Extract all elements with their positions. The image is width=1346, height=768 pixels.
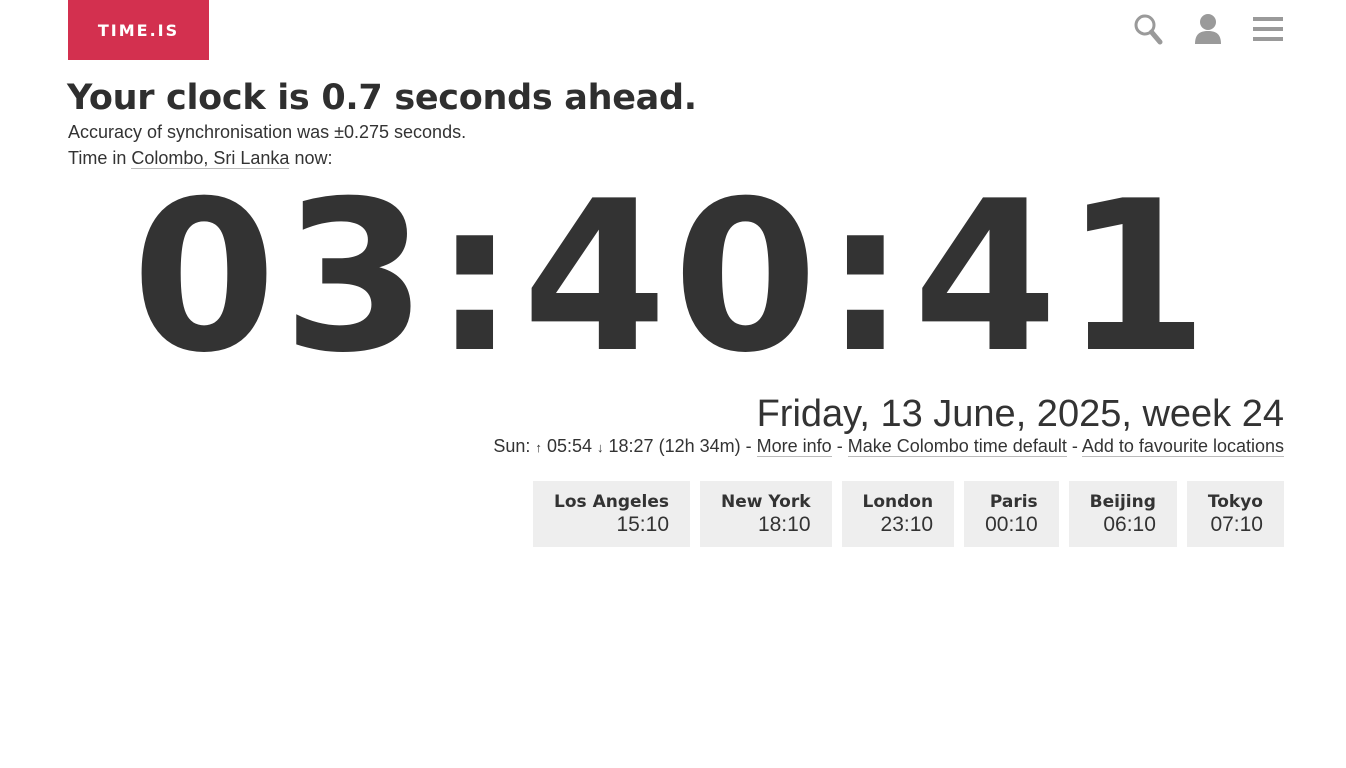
main-clock: 03:40:41: [131, 157, 1215, 399]
menu-icon[interactable]: [1252, 12, 1284, 46]
city-name: Tokyo: [1207, 492, 1263, 512]
city-tile-new-york[interactable]: New York 18:10: [700, 481, 832, 547]
page: TIME.IS Your clock is 0.7 seconds ahead.…: [0, 0, 1346, 768]
city-name: Beijing: [1089, 492, 1156, 512]
city-time: 06:10: [1103, 513, 1156, 536]
time-in-prefix: Time in: [68, 148, 127, 168]
sync-accuracy: Accuracy of synchronisation was ±0.275 s…: [68, 122, 467, 142]
clock-offset-headline: Your clock is 0.7 seconds ahead.: [67, 78, 697, 118]
separator: -: [745, 436, 752, 456]
city-time: 18:10: [757, 513, 811, 536]
city-tile-beijing[interactable]: Beijing 06:10: [1068, 481, 1177, 547]
city-time: 15:10: [616, 513, 670, 536]
sunset-time: 18:27: [608, 436, 654, 456]
city-name: Los Angeles: [554, 492, 670, 512]
sunrise-time: 05:54: [546, 436, 592, 456]
sunrise-arrow-icon: ↑: [535, 440, 542, 455]
city-time: 07:10: [1210, 513, 1263, 536]
city-name: New York: [721, 492, 811, 512]
more-info-link[interactable]: More info: [756, 436, 832, 457]
city-tile-tokyo[interactable]: Tokyo 07:10: [1186, 481, 1284, 547]
sunset-arrow-icon: ↓: [597, 440, 604, 455]
site-logo[interactable]: TIME.IS: [68, 0, 209, 60]
sun-label: Sun:: [493, 436, 531, 456]
user-icon[interactable]: [1192, 12, 1224, 46]
current-date: Friday, 13 June, 2025, week 24: [756, 393, 1284, 435]
city-tiles: Los Angeles 15:10 New York 18:10 London …: [533, 481, 1284, 547]
city-time: 00:10: [985, 513, 1038, 536]
city-tile-los-angeles[interactable]: Los Angeles 15:10: [533, 481, 691, 547]
city-name: Paris: [989, 492, 1038, 512]
search-icon[interactable]: [1132, 12, 1164, 46]
sun-info: Sun: ↑ 05:54 ↓ 18:27 (12h 34m) - More in…: [493, 436, 1284, 457]
city-tile-london[interactable]: London 23:10: [841, 481, 955, 547]
city-name: London: [862, 492, 934, 512]
day-length: (12h 34m): [658, 436, 741, 456]
city-tile-paris[interactable]: Paris 00:10: [964, 481, 1059, 547]
city-time: 23:10: [880, 513, 934, 536]
top-icons: [1132, 12, 1284, 46]
separator: -: [1071, 436, 1078, 456]
separator: -: [836, 436, 843, 456]
make-default-link[interactable]: Make Colombo time default: [847, 436, 1067, 457]
add-favourite-link[interactable]: Add to favourite locations: [1081, 436, 1284, 457]
